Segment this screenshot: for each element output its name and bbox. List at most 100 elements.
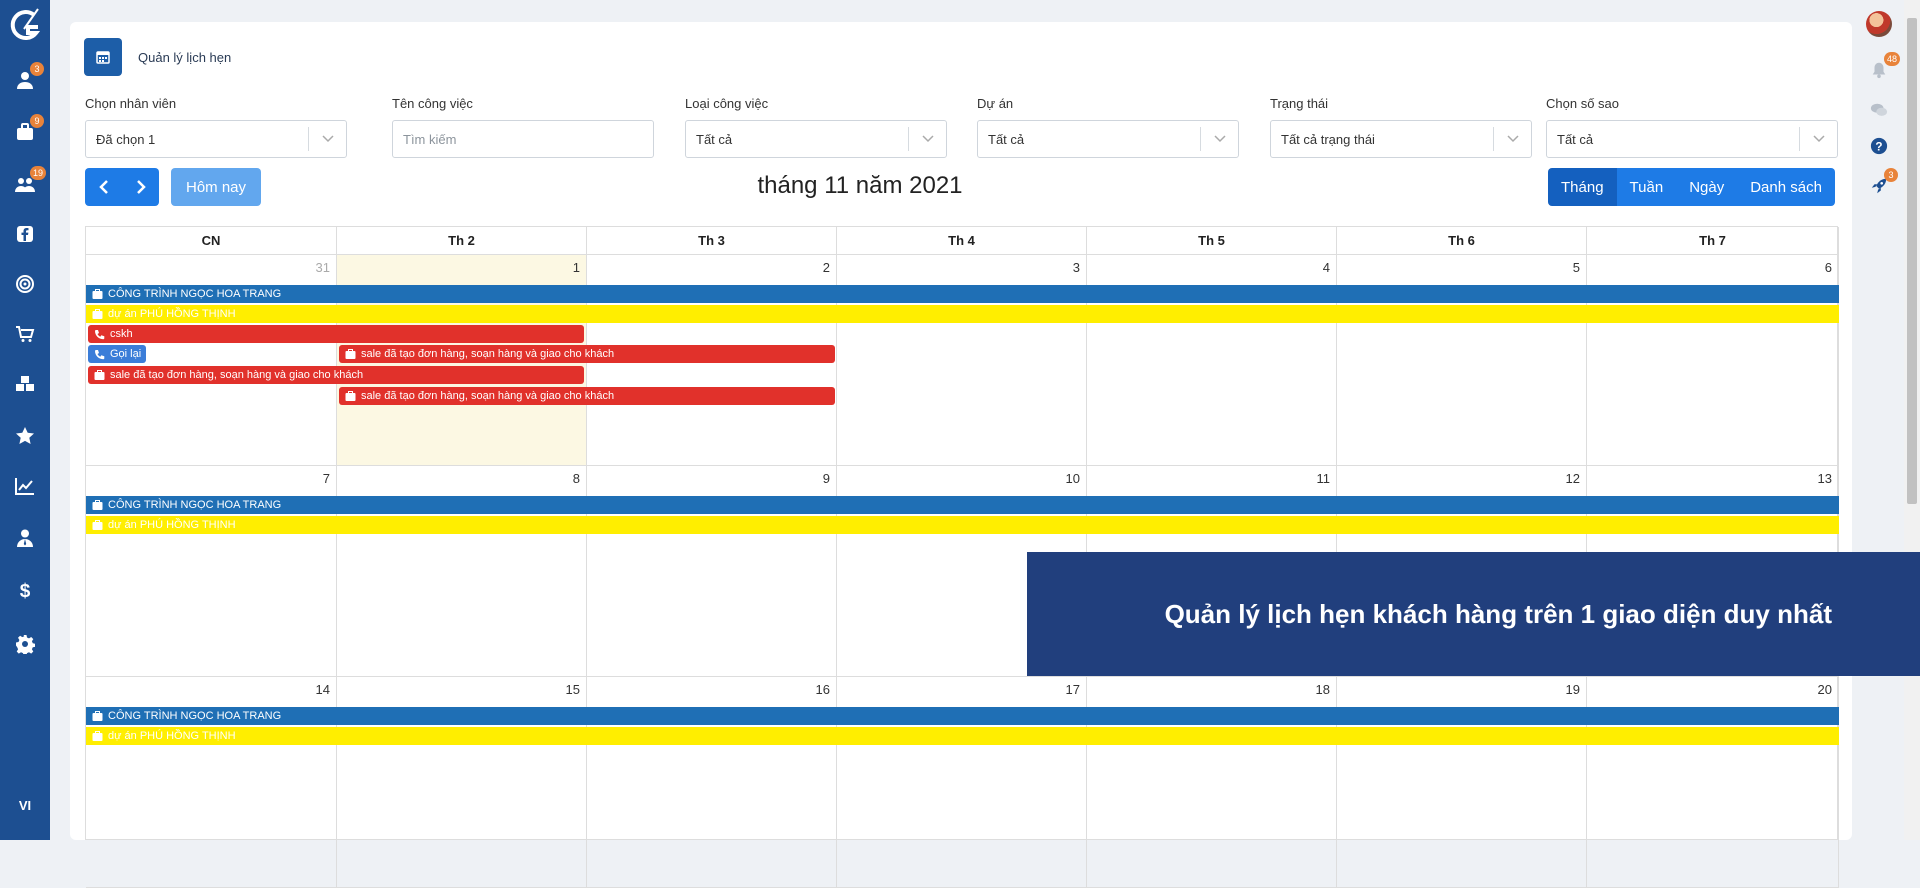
calendar-nav	[85, 168, 159, 206]
day-number[interactable]: 15	[566, 682, 580, 697]
phone-icon	[95, 329, 105, 339]
task-type-select[interactable]: Tất cả	[685, 120, 947, 158]
event-title: sale đã tạo đơn hàng, soạn hàng và giao …	[361, 390, 615, 402]
scrollbar-thumb[interactable]	[1907, 18, 1917, 504]
sidebar-item-groups[interactable]: 19	[0, 164, 50, 204]
contacts-badge: 3	[30, 62, 44, 76]
project-select[interactable]: Tất cả	[977, 120, 1239, 158]
status-select[interactable]: Tất cả trạng thái	[1270, 120, 1532, 158]
project-event[interactable]: CÔNG TRÌNH NGỌC HOA TRANG	[86, 496, 1839, 514]
employee-select-value: Đã chọn 1	[96, 131, 156, 147]
task-name-input[interactable]: Tìm kiếm	[392, 120, 654, 158]
chart-line-icon	[15, 478, 34, 495]
appointment-event[interactable]: sale đã tạo đơn hàng, soạn hàng và giao …	[339, 345, 835, 363]
chevron-down-icon	[1799, 127, 1837, 151]
day-number[interactable]: 31	[316, 260, 330, 275]
day-number[interactable]: 2	[823, 260, 830, 275]
next-button[interactable]	[122, 168, 159, 206]
stars-filter: Chọn số sao Tất cả	[1546, 96, 1838, 158]
appointment-event[interactable]: sale đã tạo đơn hàng, soạn hàng và giao …	[88, 366, 584, 384]
view-month-button[interactable]: Tháng	[1548, 168, 1617, 206]
sidebar-item-settings[interactable]	[0, 624, 50, 664]
task-name-filter: Tên công việc Tìm kiếm	[392, 96, 654, 158]
employee-select[interactable]: Đã chọn 1	[85, 120, 347, 158]
brand-logo[interactable]	[6, 4, 46, 48]
day-number[interactable]: 4	[1323, 260, 1330, 275]
day-number[interactable]: 10	[1066, 471, 1080, 486]
day-number[interactable]: 18	[1316, 682, 1330, 697]
promo-banner: Quản lý lịch hẹn khách hàng trên 1 giao …	[1027, 552, 1920, 676]
event-title: CÔNG TRÌNH NGỌC HOA TRANG	[108, 499, 282, 511]
stars-select[interactable]: Tất cả	[1546, 120, 1838, 158]
chat-icon	[1870, 103, 1888, 116]
briefcase-icon	[92, 499, 103, 510]
project-event[interactable]: dự án PHÚ HỒNG THỊNH	[86, 305, 1839, 323]
day-number[interactable]: 8	[573, 471, 580, 486]
day-number[interactable]: 6	[1825, 260, 1832, 275]
question-icon: ?	[1870, 137, 1888, 155]
sidebar-item-work[interactable]: 9	[0, 112, 50, 152]
user-avatar[interactable]	[1854, 6, 1904, 42]
page-scrollbar[interactable]	[1904, 0, 1920, 840]
messages-button[interactable]	[1854, 92, 1904, 128]
notifications-button[interactable]: 48	[1854, 52, 1904, 88]
notifications-badge: 48	[1884, 52, 1901, 66]
prev-button[interactable]	[85, 168, 122, 206]
cart-icon	[16, 326, 35, 342]
day-number[interactable]: 7	[323, 471, 330, 486]
star-icon	[16, 427, 34, 444]
sidebar-item-facebook[interactable]	[0, 214, 50, 254]
day-number[interactable]: 5	[1573, 260, 1580, 275]
month-calendar: CN Th 2 Th 3 Th 4 Th 5 Th 6 Th 7 31 1 2 3 4 5 6 7 8 9 10 1…	[85, 226, 1839, 888]
appointment-event[interactable]: sale đã tạo đơn hàng, soạn hàng và giao …	[339, 387, 835, 405]
work-badge: 9	[30, 114, 44, 128]
sidebar-item-target[interactable]	[0, 264, 50, 304]
day-number[interactable]: 3	[1073, 260, 1080, 275]
avatar	[1866, 11, 1892, 37]
appointment-event[interactable]: Gọi lại	[88, 345, 146, 363]
day-number[interactable]: 1	[573, 260, 580, 275]
weekday-header: Th 6	[1337, 227, 1587, 255]
project-event[interactable]: CÔNG TRÌNH NGỌC HOA TRANG	[86, 707, 1839, 725]
sidebar-item-products[interactable]	[0, 364, 50, 404]
dollar-icon: $	[20, 581, 31, 600]
employee-filter-label: Chọn nhân viên	[85, 96, 177, 111]
target-icon	[16, 275, 34, 293]
day-number[interactable]: 14	[316, 682, 330, 697]
language-switch[interactable]: VI	[0, 798, 50, 813]
project-event[interactable]: dự án PHÚ HỒNG THỊNH	[86, 727, 1839, 745]
help-button[interactable]: ?	[1854, 128, 1904, 164]
project-event[interactable]: dự án PHÚ HỒNG THỊNH	[86, 516, 1839, 534]
event-title: sale đã tạo đơn hàng, soạn hàng và giao …	[110, 369, 364, 381]
svg-text:?: ?	[1875, 141, 1882, 154]
project-event[interactable]: CÔNG TRÌNH NGỌC HOA TRANG	[86, 285, 1839, 303]
day-number[interactable]: 11	[1317, 471, 1331, 486]
status-label: Trạng thái	[1270, 96, 1329, 111]
groups-badge: 19	[30, 166, 47, 180]
day-number[interactable]: 12	[1566, 471, 1580, 486]
briefcase-icon	[92, 730, 103, 741]
today-button[interactable]: Hôm nay	[171, 168, 261, 206]
view-list-button[interactable]: Danh sách	[1737, 168, 1835, 206]
sidebar-item-contacts[interactable]: 3	[0, 60, 50, 100]
day-number[interactable]: 16	[816, 682, 830, 697]
briefcase-icon	[345, 348, 356, 359]
day-number[interactable]: 17	[1066, 682, 1080, 697]
day-number[interactable]: 20	[1818, 682, 1832, 697]
sidebar-item-favorites[interactable]	[0, 416, 50, 456]
rocket-button[interactable]: 3	[1854, 168, 1904, 204]
day-number[interactable]: 13	[1818, 471, 1832, 486]
svg-text:$: $	[20, 581, 31, 600]
status-filter: Trạng thái Tất cả trạng thái	[1270, 96, 1532, 158]
employee-filter: Chọn nhân viên Đã chọn 1	[85, 96, 347, 158]
sidebar-item-finance[interactable]: $	[0, 570, 50, 610]
view-day-button[interactable]: Ngày	[1676, 168, 1738, 206]
appointment-event[interactable]: cskh	[88, 325, 584, 343]
view-week-button[interactable]: Tuần	[1616, 168, 1677, 206]
day-number[interactable]: 19	[1566, 682, 1580, 697]
sidebar-item-reports[interactable]	[0, 466, 50, 506]
day-number[interactable]: 9	[823, 471, 830, 486]
sidebar-item-cart[interactable]	[0, 314, 50, 354]
sidebar-item-staff[interactable]	[0, 518, 50, 558]
stars-label: Chọn số sao	[1546, 96, 1619, 111]
